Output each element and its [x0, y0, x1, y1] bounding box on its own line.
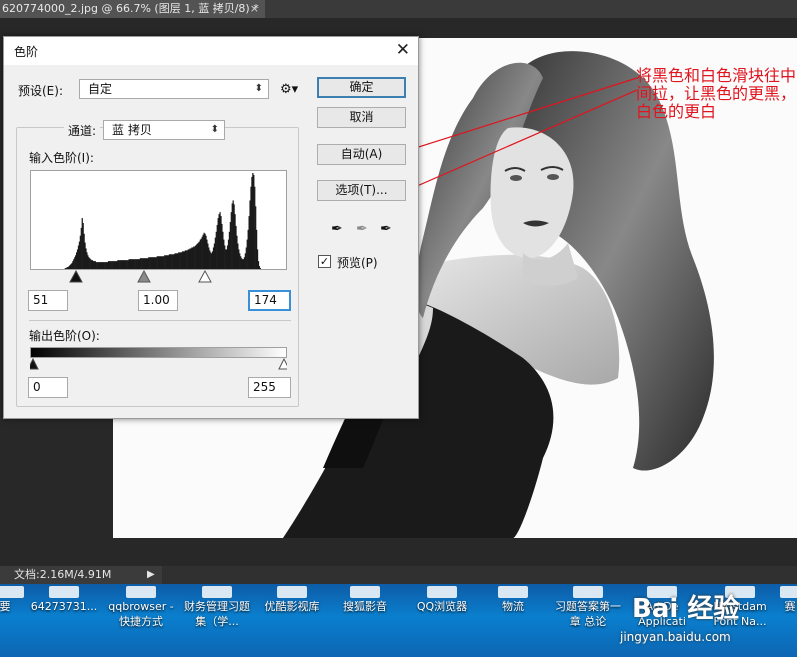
shortcut-icon: [0, 586, 24, 598]
white-point-slider[interactable]: [198, 270, 212, 283]
channel-select[interactable]: 蓝 拷贝 ⬍: [103, 120, 225, 140]
levels-dialog: 色阶 ✕ 预设(E): 自定 ⬍ ⚙▾ 确定 取消 自动(A) 选项(T)...…: [3, 36, 419, 419]
histogram-bar: [259, 268, 261, 269]
output-white-field[interactable]: 255: [248, 377, 291, 398]
channel-label: 通道:: [64, 122, 101, 139]
preset-select[interactable]: 自定 ⬍: [79, 79, 269, 99]
output-levels-label: 输出色阶(O):: [29, 329, 100, 343]
auto-button[interactable]: 自动(A): [317, 144, 406, 165]
shortcut-label: 64273731...: [30, 600, 98, 613]
desktop-shortcut[interactable]: 物流: [484, 584, 542, 657]
output-slider-track[interactable]: [30, 358, 287, 370]
dialog-title: 色阶: [14, 45, 39, 59]
ok-button[interactable]: 确定: [317, 77, 406, 98]
shortcut-icon: [427, 586, 457, 598]
histogram: [30, 170, 287, 270]
desktop-shortcut[interactable]: 搜狐影音: [332, 584, 398, 657]
shortcut-label: 财务管理习题集（学...: [184, 600, 250, 628]
gear-icon[interactable]: ⚙▾: [280, 82, 298, 97]
desktop-shortcut[interactable]: QQ浏览器: [405, 584, 479, 657]
channel-value: 蓝 拷贝: [112, 123, 152, 137]
shortcut-icon: [573, 586, 603, 598]
shortcut-icon: [49, 586, 79, 598]
desktop-shortcut[interactable]: 财务管理习题集（学...: [180, 584, 254, 657]
watermark-logo: Bai 经验: [632, 594, 740, 624]
desktop-shortcut[interactable]: 64273731...: [28, 584, 100, 657]
shortcut-icon: [126, 586, 156, 598]
play-icon[interactable]: ▶: [147, 566, 155, 584]
output-black-field[interactable]: 0: [28, 377, 68, 398]
shortcut-label: 物流: [502, 600, 524, 613]
preview-label: 预览(P): [337, 256, 378, 270]
shortcut-icon: [277, 586, 307, 598]
desktop-shortcut[interactable]: 要: [0, 584, 24, 657]
horizontal-scrollbar[interactable]: [162, 566, 797, 584]
black-point-slider[interactable]: [69, 270, 83, 283]
output-white-slider[interactable]: [278, 358, 287, 370]
output-black-slider[interactable]: [30, 358, 39, 370]
options-button[interactable]: 选项(T)...: [317, 180, 406, 201]
output-gradient-bar: [30, 347, 287, 358]
black-eyedropper-icon[interactable]: ✒: [331, 221, 343, 237]
gamma-slider[interactable]: [137, 270, 151, 283]
shortcut-icon: [498, 586, 528, 598]
histogram-graph: [64, 173, 261, 269]
preset-label: 预设(E):: [18, 84, 63, 98]
white-eyedropper-icon[interactable]: ✒: [380, 221, 392, 237]
close-icon[interactable]: ✕: [396, 40, 410, 60]
input-gamma-field[interactable]: 1.00: [138, 290, 178, 311]
divider: [29, 320, 291, 321]
input-levels-label: 输入色阶(I):: [29, 151, 94, 165]
shortcut-label: 搜狐影音: [343, 600, 387, 613]
gray-eyedropper-icon[interactable]: ✒: [356, 221, 368, 237]
shortcut-label: qqbrowser - 快捷方式: [108, 600, 174, 628]
status-bar: 文档:2.16M/4.91M ▶: [0, 566, 797, 584]
desktop-shortcut[interactable]: qqbrowser - 快捷方式: [104, 584, 178, 657]
input-slider-track[interactable]: [30, 270, 287, 284]
preview-checkbox[interactable]: ✓: [318, 255, 331, 268]
watermark-url: jingyan.baidu.com: [620, 630, 731, 644]
shortcut-label: 优酷影视库: [264, 600, 320, 613]
preset-value: 自定: [88, 82, 113, 96]
cancel-button[interactable]: 取消: [317, 107, 406, 128]
shortcut-label: 要: [0, 600, 11, 613]
document-info: 文档:2.16M/4.91M: [14, 568, 112, 581]
shortcut-label: QQ浏览器: [416, 600, 468, 613]
watermark: Bai 经验 jingyan.baidu.com: [610, 586, 797, 656]
updown-arrow-icon: ⬍: [210, 124, 219, 135]
shortcut-icon: [350, 586, 380, 598]
input-white-field[interactable]: 174: [248, 290, 291, 311]
shortcut-icon: [202, 586, 232, 598]
updown-arrow-icon: ⬍: [254, 83, 263, 94]
input-black-field[interactable]: 51: [28, 290, 68, 311]
desktop-shortcut[interactable]: 优酷影视库: [256, 584, 328, 657]
dialog-titlebar[interactable]: 色阶 ✕: [4, 37, 418, 65]
